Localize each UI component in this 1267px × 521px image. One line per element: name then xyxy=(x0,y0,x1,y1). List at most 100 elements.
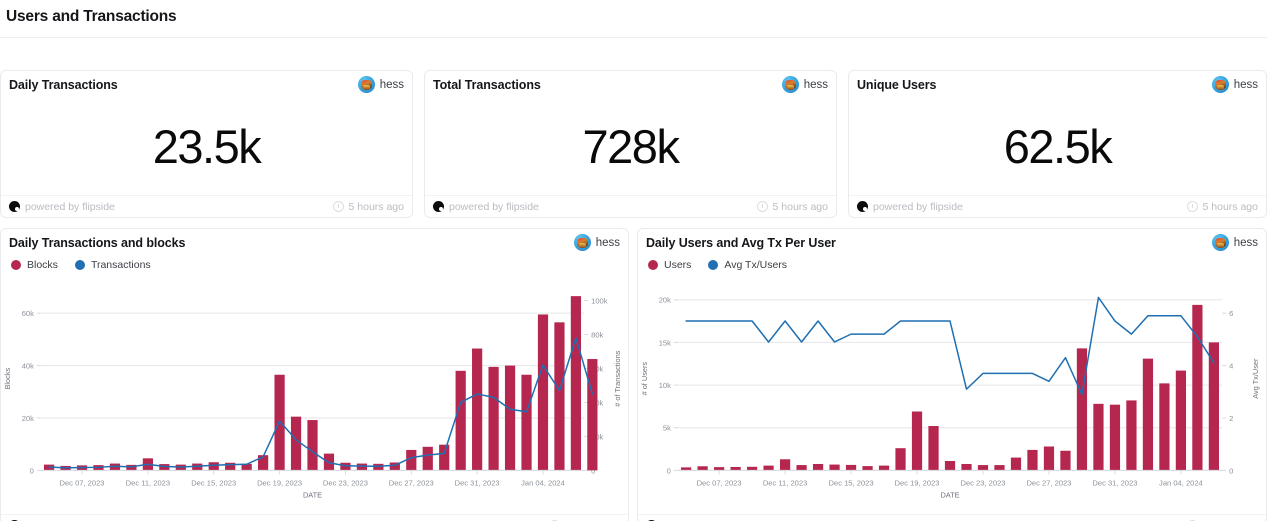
legend-item-blocks[interactable]: Blocks xyxy=(11,259,58,271)
card-title: Daily Users and Avg Tx Per User xyxy=(646,236,836,250)
svg-text:Dec 23, 2023: Dec 23, 2023 xyxy=(323,478,368,487)
last-updated: 5 hours ago xyxy=(757,201,828,213)
card-owner[interactable]: hess xyxy=(1212,234,1258,251)
flipside-logo-icon xyxy=(433,201,444,212)
owner-name: hess xyxy=(1234,79,1258,91)
svg-text:20k: 20k xyxy=(22,414,34,423)
owner-name: hess xyxy=(1234,237,1258,249)
svg-text:2: 2 xyxy=(1229,414,1233,423)
svg-text:Avg Tx/User: Avg Tx/User xyxy=(1251,358,1260,399)
page-title: Users and Transactions xyxy=(6,8,1267,26)
svg-text:0: 0 xyxy=(30,466,34,475)
updated-label: 5 hours ago xyxy=(773,201,828,213)
clock-icon xyxy=(757,201,768,212)
svg-text:40k: 40k xyxy=(22,362,34,371)
kpi-body: 728k xyxy=(425,98,836,195)
card-owner[interactable]: hess xyxy=(1212,76,1258,93)
legend-label: Blocks xyxy=(27,259,58,271)
legend-item-users[interactable]: Users xyxy=(648,259,691,271)
chart-card-daily-users-and-avg-tx[interactable]: Daily Users and Avg Tx Per User hess Use… xyxy=(637,228,1267,521)
svg-text:DATE: DATE xyxy=(303,490,322,499)
svg-text:20k: 20k xyxy=(659,296,671,305)
svg-text:6: 6 xyxy=(1229,309,1233,318)
clock-icon xyxy=(1187,201,1198,212)
svg-text:0: 0 xyxy=(667,466,671,475)
kpi-card-daily-transactions[interactable]: Daily Transactions hess 23.5k powered by… xyxy=(0,70,413,218)
card-header: Daily Transactions hess xyxy=(1,71,412,98)
card-header: Daily Transactions and blocks hess xyxy=(1,229,628,256)
chart-plot-area: 0 5k 10k 15k 20k 0 2 4 6 Dec 07, 2023 Dec 11, 2023… xyxy=(638,275,1266,514)
kpi-value: 23.5k xyxy=(153,123,260,170)
svg-text:Dec 11, 2023: Dec 11, 2023 xyxy=(126,478,170,487)
chart-svg-daily-transactions-and-blocks: 020k40k60k020k40k60k80k100kDec 07, 2023D… xyxy=(1,275,628,514)
user-avatar-icon xyxy=(358,76,375,93)
svg-text:Blocks: Blocks xyxy=(3,368,12,390)
powered-by: powered by flipside xyxy=(433,201,539,213)
user-avatar-icon xyxy=(782,76,799,93)
dashboard-title-bar: Users and Transactions xyxy=(0,0,1267,38)
svg-text:Dec 27, 2023: Dec 27, 2023 xyxy=(389,478,434,487)
card-owner[interactable]: hess xyxy=(782,76,828,93)
svg-text:Dec 31, 2023: Dec 31, 2023 xyxy=(1092,478,1137,487)
chart-legend[interactable]: Blocks Transactions xyxy=(1,256,628,275)
card-owner[interactable]: hess xyxy=(574,234,620,251)
svg-text:Dec 27, 2023: Dec 27, 2023 xyxy=(1026,478,1071,487)
svg-text:Dec 15, 2023: Dec 15, 2023 xyxy=(191,478,236,487)
last-updated: 5 hours ago xyxy=(333,201,404,213)
legend-swatch-icon xyxy=(708,260,718,270)
powered-by-label: powered by flipside xyxy=(25,201,115,213)
svg-text:5k: 5k xyxy=(663,424,671,433)
svg-text:DATE: DATE xyxy=(940,490,959,499)
card-title: Daily Transactions xyxy=(9,78,118,92)
svg-text:Dec 11, 2023: Dec 11, 2023 xyxy=(763,478,807,487)
chart-card-daily-transactions-and-blocks[interactable]: Daily Transactions and blocks hess Block… xyxy=(0,228,629,521)
owner-name: hess xyxy=(596,237,620,249)
card-header: Daily Users and Avg Tx Per User hess xyxy=(638,229,1266,256)
svg-text:10k: 10k xyxy=(659,381,671,390)
chart-plot-area: 020k40k60k020k40k60k80k100kDec 07, 2023D… xyxy=(1,275,628,514)
card-title: Total Transactions xyxy=(433,78,541,92)
svg-text:4: 4 xyxy=(1229,362,1233,371)
card-header: Total Transactions hess xyxy=(425,71,836,98)
legend-label: Users xyxy=(664,259,691,271)
owner-name: hess xyxy=(380,79,404,91)
user-avatar-icon xyxy=(1212,76,1229,93)
svg-text:0: 0 xyxy=(1229,466,1233,475)
svg-text:Dec 15, 2023: Dec 15, 2023 xyxy=(829,478,874,487)
powered-by: powered by flipside xyxy=(9,201,115,213)
owner-name: hess xyxy=(804,79,828,91)
svg-text:Dec 19, 2023: Dec 19, 2023 xyxy=(895,478,940,487)
user-avatar-icon xyxy=(574,234,591,251)
powered-by-label: powered by flipside xyxy=(449,201,539,213)
flipside-logo-icon xyxy=(857,201,868,212)
kpi-card-total-transactions[interactable]: Total Transactions hess 728k powered by … xyxy=(424,70,837,218)
legend-item-transactions[interactable]: Transactions xyxy=(75,259,151,271)
legend-label: Transactions xyxy=(91,259,151,271)
svg-text:Dec 23, 2023: Dec 23, 2023 xyxy=(960,478,1005,487)
svg-text:Dec 07, 2023: Dec 07, 2023 xyxy=(697,478,742,487)
user-avatar-icon xyxy=(1212,234,1229,251)
svg-text:100k: 100k xyxy=(591,297,608,306)
last-updated: 5 hours ago xyxy=(1187,201,1258,213)
card-owner[interactable]: hess xyxy=(358,76,404,93)
kpi-value: 62.5k xyxy=(1004,123,1111,170)
svg-text:Dec 31, 2023: Dec 31, 2023 xyxy=(455,478,500,487)
svg-text:Jan 04, 2024: Jan 04, 2024 xyxy=(521,478,565,487)
svg-text:# of Users: # of Users xyxy=(640,362,649,396)
svg-text:15k: 15k xyxy=(659,338,671,347)
legend-item-avg-tx-per-user[interactable]: Avg Tx/Users xyxy=(708,259,787,271)
legend-swatch-icon xyxy=(648,260,658,270)
kpi-value: 728k xyxy=(583,123,679,170)
chart-legend[interactable]: Users Avg Tx/Users xyxy=(638,256,1266,275)
svg-text:Dec 19, 2023: Dec 19, 2023 xyxy=(257,478,302,487)
svg-text:60k: 60k xyxy=(22,309,34,318)
kpi-body: 62.5k xyxy=(849,98,1266,195)
kpi-card-unique-users[interactable]: Unique Users hess 62.5k powered by flips… xyxy=(848,70,1267,218)
powered-by: powered by flipside xyxy=(857,201,963,213)
card-footer: powered by flipside 5 hours ago xyxy=(638,514,1266,521)
card-title: Unique Users xyxy=(857,78,936,92)
legend-swatch-icon xyxy=(11,260,21,270)
legend-label: Avg Tx/Users xyxy=(724,259,787,271)
powered-by-label: powered by flipside xyxy=(873,201,963,213)
svg-text:80k: 80k xyxy=(591,331,603,340)
